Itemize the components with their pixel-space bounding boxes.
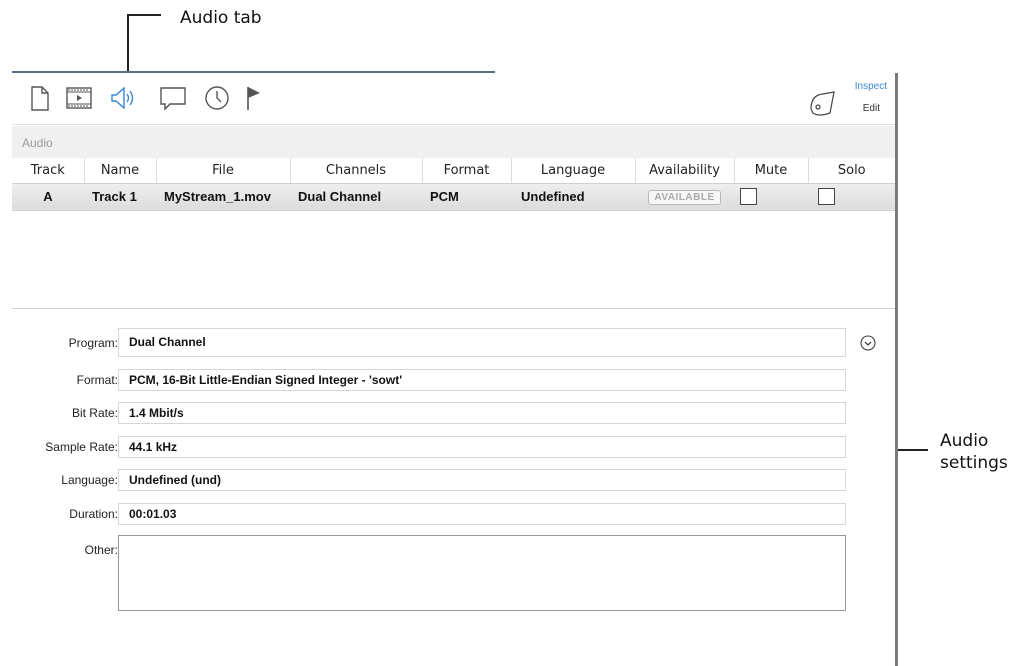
availability-badge: AVAILABLE: [648, 190, 721, 205]
column-header-mute[interactable]: Mute: [734, 158, 809, 184]
chevron-down-icon[interactable]: [860, 335, 876, 351]
general-tab[interactable]: [24, 83, 54, 113]
audio-tab-callout-label: Audio tab: [180, 8, 262, 28]
column-header-availability[interactable]: Availability: [635, 158, 735, 184]
cell-availability: AVAILABLE: [635, 183, 734, 211]
section-divider: [12, 308, 895, 309]
inspect-toggle-icon: [810, 91, 835, 116]
section-title: Audio: [12, 126, 895, 158]
language-field[interactable]: Undefined (und): [118, 469, 846, 491]
cell-channels: Dual Channel: [290, 183, 422, 211]
audio-settings-callout-line2: settings: [940, 453, 1008, 473]
cell-language: Undefined: [511, 183, 635, 211]
cell-solo: [808, 183, 895, 211]
cell-mute: [734, 183, 808, 211]
inspector-panel: Inspect Edit Audio Track Name File Chann…: [12, 73, 898, 666]
mute-checkbox[interactable]: [740, 188, 757, 206]
bitrate-field[interactable]: 1.4 Mbit/s: [118, 402, 846, 424]
duration-field[interactable]: 00:01.03: [118, 503, 846, 525]
audio-tab-callout-horizontal: [127, 14, 161, 16]
table-row[interactable]: A Track 1 MyStream_1.mov Dual Channel PC…: [12, 183, 895, 211]
column-header-language[interactable]: Language: [511, 158, 636, 184]
cell-track: A: [12, 183, 84, 211]
samplerate-field[interactable]: 44.1 kHz: [118, 436, 846, 458]
other-label: Other:: [84, 543, 118, 557]
column-header-channels[interactable]: Channels: [290, 158, 423, 184]
audio-settings-callout-line1: Audio: [940, 431, 989, 451]
audio-tab[interactable]: [108, 83, 138, 113]
cell-format: PCM: [422, 183, 511, 211]
format-label: Format:: [76, 373, 118, 387]
edit-label[interactable]: Edit: [863, 103, 880, 114]
bitrate-label: Bit Rate:: [71, 406, 118, 420]
column-header-format[interactable]: Format: [422, 158, 512, 184]
column-header-track[interactable]: Track: [12, 158, 85, 184]
duration-label: Duration:: [69, 507, 118, 521]
markers-tab[interactable]: [240, 83, 270, 113]
inspect-label[interactable]: Inspect: [855, 81, 887, 92]
cell-file: MyStream_1.mov: [156, 183, 290, 211]
column-header-file[interactable]: File: [156, 158, 291, 184]
table-header-row: Track Name File Channels Format Language…: [12, 158, 895, 184]
cell-name: Track 1: [84, 183, 156, 211]
inspect-edit-toggle[interactable]: Inspect Edit: [807, 81, 887, 117]
speech-bubble-icon: [160, 87, 186, 111]
program-label: Program:: [68, 336, 118, 350]
inspector-toolbar: Inspect Edit: [12, 73, 895, 125]
video-tab[interactable]: [64, 83, 94, 113]
program-select[interactable]: Dual Channel: [118, 328, 846, 357]
language-label: Language:: [61, 473, 118, 487]
format-field[interactable]: PCM, 16-Bit Little-Endian Signed Integer…: [118, 369, 846, 391]
flag-icon: [247, 87, 260, 110]
clock-icon: [205, 86, 229, 110]
speaker-icon: [111, 86, 134, 110]
film-strip-icon: [66, 87, 92, 109]
document-icon: [31, 86, 49, 111]
column-header-solo[interactable]: Solo: [808, 158, 895, 184]
solo-checkbox[interactable]: [818, 188, 835, 206]
captions-tab[interactable]: [158, 83, 188, 113]
column-header-name[interactable]: Name: [84, 158, 157, 184]
samplerate-label: Sample Rate:: [45, 440, 118, 454]
other-field[interactable]: [118, 535, 846, 611]
timecode-tab[interactable]: [202, 83, 232, 113]
audio-tracks-table: Track Name File Channels Format Language…: [12, 158, 895, 211]
